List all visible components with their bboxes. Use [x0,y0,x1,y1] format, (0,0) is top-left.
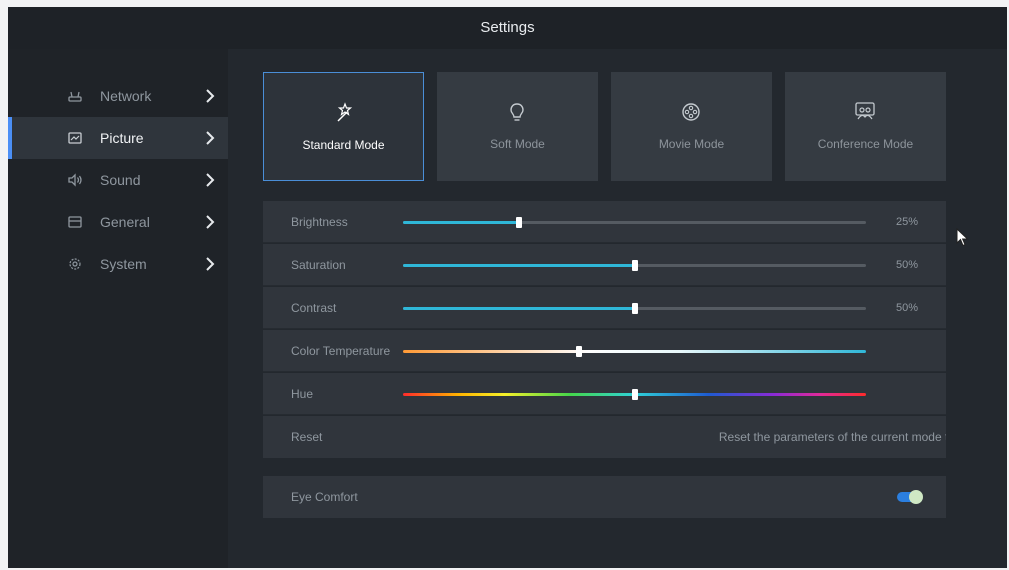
color-temperature-row[interactable]: Color Temperature [263,330,946,372]
slider-thumb[interactable] [631,389,638,400]
sidebar-item-sound[interactable]: Sound [8,159,228,201]
mode-card-conference[interactable]: Conference Mode [785,72,946,181]
slider-fill [403,221,519,224]
brightness-label: Brightness [291,215,348,229]
mode-label: Soft Mode [490,137,545,151]
sidebar-item-label: System [100,256,147,272]
window-icon [68,216,82,228]
reset-label: Reset [291,430,323,444]
sidebar-item-network[interactable]: Network [8,75,228,117]
mouse-cursor-icon [956,228,969,247]
contrast-value: 50% [895,302,918,314]
sidebar-item-system[interactable]: System [8,243,228,285]
eye-comfort-toggle[interactable] [897,490,923,504]
saturation-value: 50% [895,259,918,271]
contrast-slider[interactable] [403,303,866,314]
saturation-row[interactable]: Saturation 50% [263,244,946,286]
eye-comfort-row[interactable]: Eye Comfort [263,476,946,518]
chevron-right-icon [206,89,215,103]
toggle-knob [909,490,923,504]
chevron-right-icon [206,257,215,271]
title-bar: Settings [8,7,1007,49]
sidebar-item-general[interactable]: General [8,201,228,243]
reset-description: Reset the parameters of the current mode… [718,430,946,444]
sidebar-item-label: Sound [100,172,141,188]
hue-slider[interactable] [403,389,866,400]
chevron-right-icon [206,215,215,229]
meeting-people-icon [855,102,875,120]
gear-icon [69,258,81,270]
color-temperature-slider[interactable] [403,346,866,357]
eye-comfort-label: Eye Comfort [291,490,358,504]
picture-settings-panel: Standard Mode Soft Mode Movie Mode Confe… [228,49,1007,568]
slider-thumb[interactable] [575,346,582,357]
speaker-icon [68,173,82,187]
reset-row[interactable]: Reset Reset the parameters of the curren… [263,416,946,458]
slider-thumb[interactable] [631,260,638,271]
picture-icon [68,132,82,144]
slider-fill [403,264,635,267]
brightness-row[interactable]: Brightness 25% [263,201,946,243]
slider-fill [403,307,635,310]
mode-label: Standard Mode [302,138,385,152]
sidebar-item-label: Picture [100,130,144,146]
sidebar: Network Picture Sound General System [8,49,228,568]
magic-wand-icon [337,102,353,122]
color-temperature-label: Color Temperature [291,344,391,358]
brightness-slider[interactable] [403,217,866,228]
contrast-label: Contrast [291,301,337,315]
mode-card-movie[interactable]: Movie Mode [611,72,772,181]
hue-label: Hue [291,387,314,401]
brightness-value: 25% [895,216,918,228]
chevron-right-icon [206,173,215,187]
lightbulb-icon [510,103,524,121]
saturation-label: Saturation [291,258,346,272]
contrast-row[interactable]: Contrast 50% [263,287,946,329]
reset-description-clip: Reset the parameters of the current mode… [703,416,946,458]
mode-label: Movie Mode [658,137,725,151]
settings-screen: Settings Network Picture Sound General S… [8,7,1007,568]
page-title: Settings [480,19,535,36]
sidebar-item-label: General [100,214,150,230]
film-reel-icon [682,103,700,121]
hue-row[interactable]: Hue [263,373,946,415]
mode-label: Conference Mode [817,137,914,151]
slider-thumb[interactable] [631,303,638,314]
saturation-slider[interactable] [403,260,866,271]
mode-card-soft[interactable]: Soft Mode [437,72,598,181]
slider-thumb[interactable] [515,217,522,228]
chevron-right-icon [206,131,215,145]
router-icon [68,91,82,102]
sidebar-item-label: Network [100,88,152,104]
sidebar-item-picture[interactable]: Picture [8,117,228,159]
mode-card-standard[interactable]: Standard Mode [263,72,424,181]
